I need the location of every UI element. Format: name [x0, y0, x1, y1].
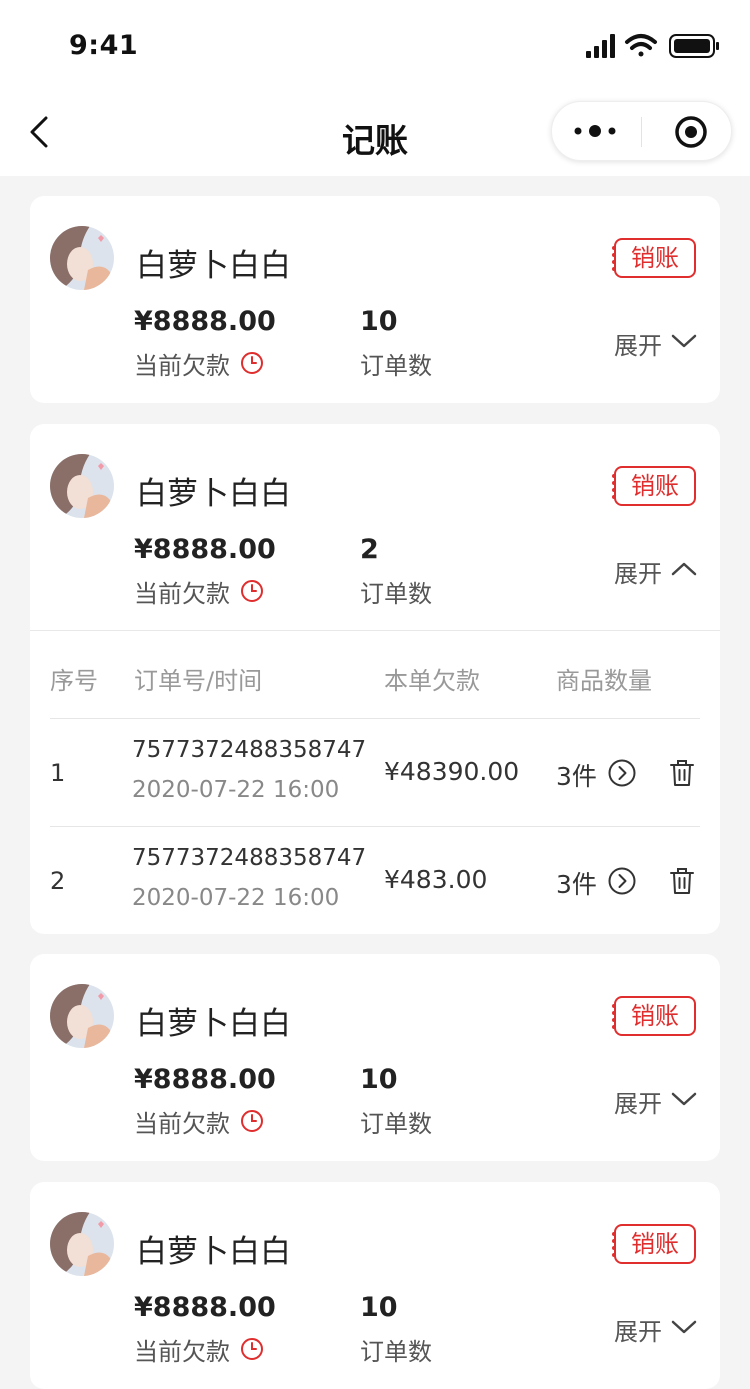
account-card: 白萝卜白白 销账 ¥8888.00 当前欠款 10 订单数 展开	[30, 1182, 720, 1389]
settle-label: 销账	[631, 1230, 679, 1258]
settle-label: 销账	[631, 244, 679, 272]
settle-button[interactable]: 销账	[612, 238, 696, 278]
avatar	[50, 454, 114, 518]
table-row: 2 7577372488358747 2020-07-22 16:00 ¥483…	[50, 826, 700, 934]
battery-icon	[669, 34, 719, 58]
status-icons	[586, 34, 719, 58]
customer-name: 白萝卜白白	[136, 1006, 291, 1042]
chevron-up-icon[interactable]	[670, 558, 698, 580]
row-index: 2	[50, 867, 66, 895]
expand-toggle[interactable]: 展开	[614, 1312, 662, 1347]
settle-button[interactable]: 销账	[612, 996, 696, 1036]
row-index: 1	[50, 759, 66, 787]
order-number: 7577372488358747	[132, 737, 367, 763]
clock-icon[interactable]	[240, 579, 264, 603]
arrow-right-circle-icon[interactable]	[608, 867, 636, 895]
arrow-right-circle-icon[interactable]	[608, 759, 636, 787]
expand-toggle[interactable]: 展开	[614, 1084, 662, 1119]
trash-icon[interactable]	[670, 759, 694, 787]
customer-name: 白萝卜白白	[136, 1234, 291, 1270]
settle-label: 销账	[631, 1002, 679, 1030]
item-quantity: 3件	[556, 870, 597, 899]
debt-amount: ¥8888.00	[134, 534, 276, 565]
debt-amount: ¥8888.00	[134, 1064, 276, 1095]
debt-label: 当前欠款	[134, 580, 230, 608]
order-count-label: 订单数	[360, 580, 432, 608]
more-dots-icon[interactable]	[566, 114, 638, 148]
column-header-qty: 商品数量	[556, 667, 652, 695]
debt-amount: ¥8888.00	[134, 306, 276, 337]
debt-label: 当前欠款	[134, 1110, 230, 1138]
item-quantity: 3件	[556, 762, 597, 791]
order-count: 10	[360, 1064, 398, 1095]
clock-icon[interactable]	[240, 1109, 264, 1133]
column-header-debt: 本单欠款	[384, 667, 480, 695]
signal-icon	[586, 34, 615, 58]
clock-icon[interactable]	[240, 351, 264, 375]
settle-label: 销账	[631, 472, 679, 500]
order-count: 10	[360, 306, 398, 337]
trash-icon[interactable]	[670, 867, 694, 895]
avatar	[50, 984, 114, 1048]
status-time: 9:41	[69, 30, 139, 61]
order-time: 2020-07-22 16:00	[132, 777, 340, 803]
debt-label: 当前欠款	[134, 1338, 230, 1366]
order-debt: ¥483.00	[384, 865, 488, 894]
chevron-down-icon[interactable]	[670, 1316, 698, 1338]
ticket-edge-icon	[612, 474, 616, 499]
customer-name: 白萝卜白白	[136, 476, 291, 512]
capsule-divider	[641, 117, 642, 147]
expand-toggle[interactable]: 展开	[614, 554, 662, 589]
status-bar: 9:41	[0, 0, 750, 88]
column-header-order: 订单号/时间	[134, 667, 263, 695]
avatar	[50, 226, 114, 290]
table-row: 1 7577372488358747 2020-07-22 16:00 ¥483…	[50, 718, 700, 827]
order-time: 2020-07-22 16:00	[132, 885, 340, 911]
ticket-edge-icon	[612, 1232, 616, 1257]
chevron-down-icon[interactable]	[670, 1088, 698, 1110]
order-count-label: 订单数	[360, 1110, 432, 1138]
expand-toggle[interactable]: 展开	[614, 326, 662, 361]
chevron-down-icon[interactable]	[670, 330, 698, 352]
settle-button[interactable]: 销账	[612, 1224, 696, 1264]
column-header-index: 序号	[50, 667, 98, 695]
nav-bar: 记账	[0, 88, 750, 176]
order-number: 7577372488358747	[132, 845, 367, 871]
avatar	[50, 1212, 114, 1276]
order-count: 2	[360, 534, 379, 565]
mini-program-capsule	[551, 101, 732, 161]
debt-amount: ¥8888.00	[134, 1292, 276, 1323]
order-table: 序号 订单号/时间 本单欠款 商品数量 1 7577372488358747 2…	[30, 630, 720, 934]
account-card: 白萝卜白白 销账 ¥8888.00 当前欠款 10 订单数 展开	[30, 196, 720, 403]
order-count-label: 订单数	[360, 1338, 432, 1366]
clock-icon[interactable]	[240, 1337, 264, 1361]
account-card: 白萝卜白白 销账 ¥8888.00 当前欠款 10 订单数 展开	[30, 954, 720, 1161]
order-count-label: 订单数	[360, 352, 432, 380]
close-target-icon[interactable]	[674, 115, 708, 149]
order-debt: ¥48390.00	[384, 757, 520, 786]
settle-button[interactable]: 销账	[612, 466, 696, 506]
customer-name: 白萝卜白白	[136, 248, 291, 284]
ticket-edge-icon	[612, 1004, 616, 1029]
order-count: 10	[360, 1292, 398, 1323]
ticket-edge-icon	[612, 246, 616, 271]
wifi-icon	[625, 34, 657, 57]
account-card: 白萝卜白白 销账 ¥8888.00 当前欠款 2 订单数 展开 序号 订单号/时…	[30, 424, 720, 934]
debt-label: 当前欠款	[134, 352, 230, 380]
